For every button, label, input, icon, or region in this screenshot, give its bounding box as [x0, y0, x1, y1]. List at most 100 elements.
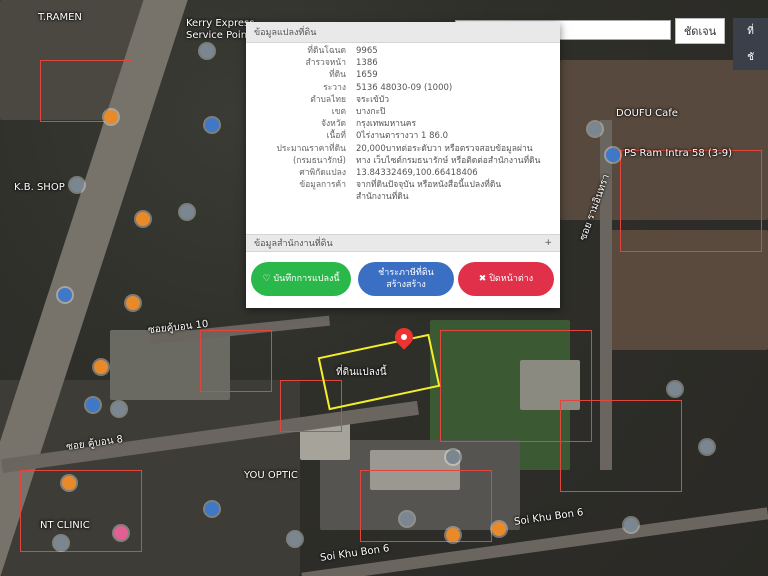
poi-marker-icon[interactable] [446, 450, 460, 464]
close-icon: ✖ [478, 274, 490, 284]
poi-marker-icon[interactable] [288, 532, 302, 546]
poi-marker-icon[interactable] [606, 148, 620, 162]
save-parcel-button[interactable]: ♡ บันทึกการแปลงนี้ [251, 262, 351, 296]
plot-outline [360, 470, 492, 542]
info-value: 1659 [356, 70, 378, 81]
info-key: จังหวัด [320, 119, 346, 130]
search-clear-button[interactable]: ชัดเจน [675, 18, 725, 44]
map-label: ที่ดินแปลงนี้ [336, 367, 387, 378]
info-key: ตำบลไทย [310, 94, 346, 105]
info-row: (กรมธนารักษ์) ทาง เว็บไซต์กรมธนารักษ์ หรื… [246, 155, 560, 167]
map-label: NT CLINIC [40, 520, 90, 531]
parcel-info-rows: ที่ดินโฉนด 9965 สำรวจหน้า 1386 ที่ดิน 1659 … [246, 43, 560, 204]
poi-marker-icon[interactable] [114, 526, 128, 540]
poi-marker-icon[interactable] [180, 205, 194, 219]
info-row: ที่ดินโฉนด 9965 [246, 45, 560, 57]
plot-outline [560, 400, 682, 492]
info-key: เขต [331, 107, 346, 118]
info-row: สำนักงานที่ดิน [246, 191, 560, 203]
close-window-label: ปิดหน้าต่าง [489, 274, 534, 284]
info-value: 5136 48030-09 (1000) [356, 82, 453, 93]
info-key: สำรวจหน้า [305, 58, 346, 69]
poi-marker-icon[interactable] [446, 528, 460, 542]
plot-outline [620, 150, 762, 252]
info-value: 9965 [356, 46, 378, 56]
poi-marker-icon[interactable] [624, 518, 638, 532]
info-key: เนื้อที่ [326, 131, 346, 142]
poi-marker-icon[interactable] [668, 382, 682, 396]
map-label: DOUFU Cafe [616, 108, 678, 119]
plot-outline [200, 330, 272, 392]
close-window-button[interactable]: ✖ ปิดหน้าต่าง [458, 262, 554, 296]
poi-marker-icon[interactable] [126, 296, 140, 310]
poi-marker-icon[interactable] [86, 398, 100, 412]
info-value: จระเข้บัว [356, 94, 389, 105]
info-value: ทาง เว็บไซต์กรมธนารักษ์ หรือติดต่อสำนักง… [356, 155, 541, 166]
info-value: จากที่ดินปัจจุบัน หรือหนังสือนี้แปลงที่ด… [356, 180, 502, 191]
poi-marker-icon[interactable] [104, 110, 118, 124]
info-value: สำนักงานที่ดิน [356, 192, 409, 203]
map-label: Service Point [186, 30, 251, 41]
poi-marker-icon[interactable] [62, 476, 76, 490]
info-key: ระวาง [323, 82, 346, 93]
info-row: ศาพิกัดแปลง 13.84332469,100.66418406 [246, 167, 560, 179]
layer-toggle-label: ที่ [747, 25, 754, 37]
pay-land-tax-label-2: สร้างสร้าง [386, 280, 426, 290]
poi-marker-icon[interactable] [200, 44, 214, 58]
info-row: ตำบลไทย จระเข้บัว [246, 94, 560, 106]
pay-land-tax-button[interactable]: ชำระภาษีที่ดิน สร้างสร้าง [358, 262, 454, 296]
info-key [246, 191, 356, 203]
info-value: 1386 [356, 58, 378, 69]
plot-outline [20, 470, 142, 552]
save-parcel-label: บันทึกการแปลงนี้ [273, 274, 340, 284]
info-row: ประมาณราคาที่ดิน 20,000บาทต่อระดับวา หรือ… [246, 143, 560, 155]
info-key: ประมาณราคาที่ดิน [276, 143, 346, 154]
plot-outline [40, 60, 132, 122]
pay-land-tax-label: ชำระภาษีที่ดิน [378, 268, 434, 278]
info-row: เนื้อที่ 0ไร่งานตารางวา 1 86.0 [246, 130, 560, 142]
poi-marker-icon[interactable] [205, 502, 219, 516]
layer-toggle-panel[interactable]: ที่ ชั [733, 18, 768, 70]
map-label: K.B. SHOP [14, 182, 65, 193]
poi-marker-icon[interactable] [588, 122, 602, 136]
info-key: ที่ดิน [329, 70, 346, 81]
map-label: PS Ram Intra 58 (3-9) [624, 148, 732, 159]
poi-marker-icon[interactable] [58, 288, 72, 302]
info-key: ข้อมูลการค้า [299, 180, 346, 191]
info-value: บางกะปิ [356, 107, 386, 118]
info-row: สำรวจหน้า 1386 [246, 57, 560, 69]
panel-header: ข้อมูลแปลงที่ดิน [246, 22, 560, 43]
info-key: ศาพิกัดแปลง [299, 168, 346, 179]
poi-marker-icon[interactable] [70, 178, 84, 192]
info-row: เขต บางกะปิ [246, 106, 560, 118]
info-row: ข้อมูลการค้า จากที่ดินปัจจุบัน หรือหนังสื… [246, 179, 560, 191]
poi-marker-icon[interactable] [94, 360, 108, 374]
pay-land-tax-text: ชำระภาษีที่ดิน สร้างสร้าง [378, 267, 434, 291]
info-key: ที่ดินโฉนด [307, 46, 346, 56]
expand-plus-icon[interactable]: + [544, 238, 552, 248]
info-value: กรุงเทพมหานคร [356, 119, 417, 130]
land-office-section[interactable]: ข้อมูลสำนักงานที่ดิน + [246, 234, 560, 252]
poi-marker-icon[interactable] [492, 522, 506, 536]
poi-marker-icon[interactable] [136, 212, 150, 226]
info-value: 13.84332469,100.66418406 [356, 168, 478, 179]
info-row: ระวาง 5136 48030-09 (1000) [246, 82, 560, 94]
poi-marker-icon[interactable] [54, 536, 68, 550]
map-label: T.RAMEN [38, 12, 82, 23]
layer-toggle-label: ชั [747, 51, 754, 63]
info-row: ที่ดิน 1659 [246, 69, 560, 81]
map-label: YOU OPTIC [244, 470, 298, 481]
poi-marker-icon[interactable] [205, 118, 219, 132]
heart-icon: ♡ [262, 274, 274, 284]
parcel-info-panel: ข้อมูลแปลงที่ดิน ที่ดินโฉนด 9965 สำรวจหน้… [246, 22, 560, 308]
info-value: 0ไร่งานตารางวา 1 86.0 [356, 131, 449, 142]
map-label: Kerry Express [186, 18, 255, 29]
info-key: (กรมธนารักษ์) [292, 155, 346, 166]
panel-title: ข้อมูลแปลงที่ดิน [254, 28, 317, 38]
land-office-title: ข้อมูลสำนักงานที่ดิน [254, 239, 333, 249]
map-label: Soi Khu Bon 6 [513, 507, 585, 528]
poi-marker-icon[interactable] [700, 440, 714, 454]
info-row: จังหวัด กรุงเทพมหานคร [246, 118, 560, 130]
poi-marker-icon[interactable] [112, 402, 126, 416]
poi-marker-icon[interactable] [400, 512, 414, 526]
